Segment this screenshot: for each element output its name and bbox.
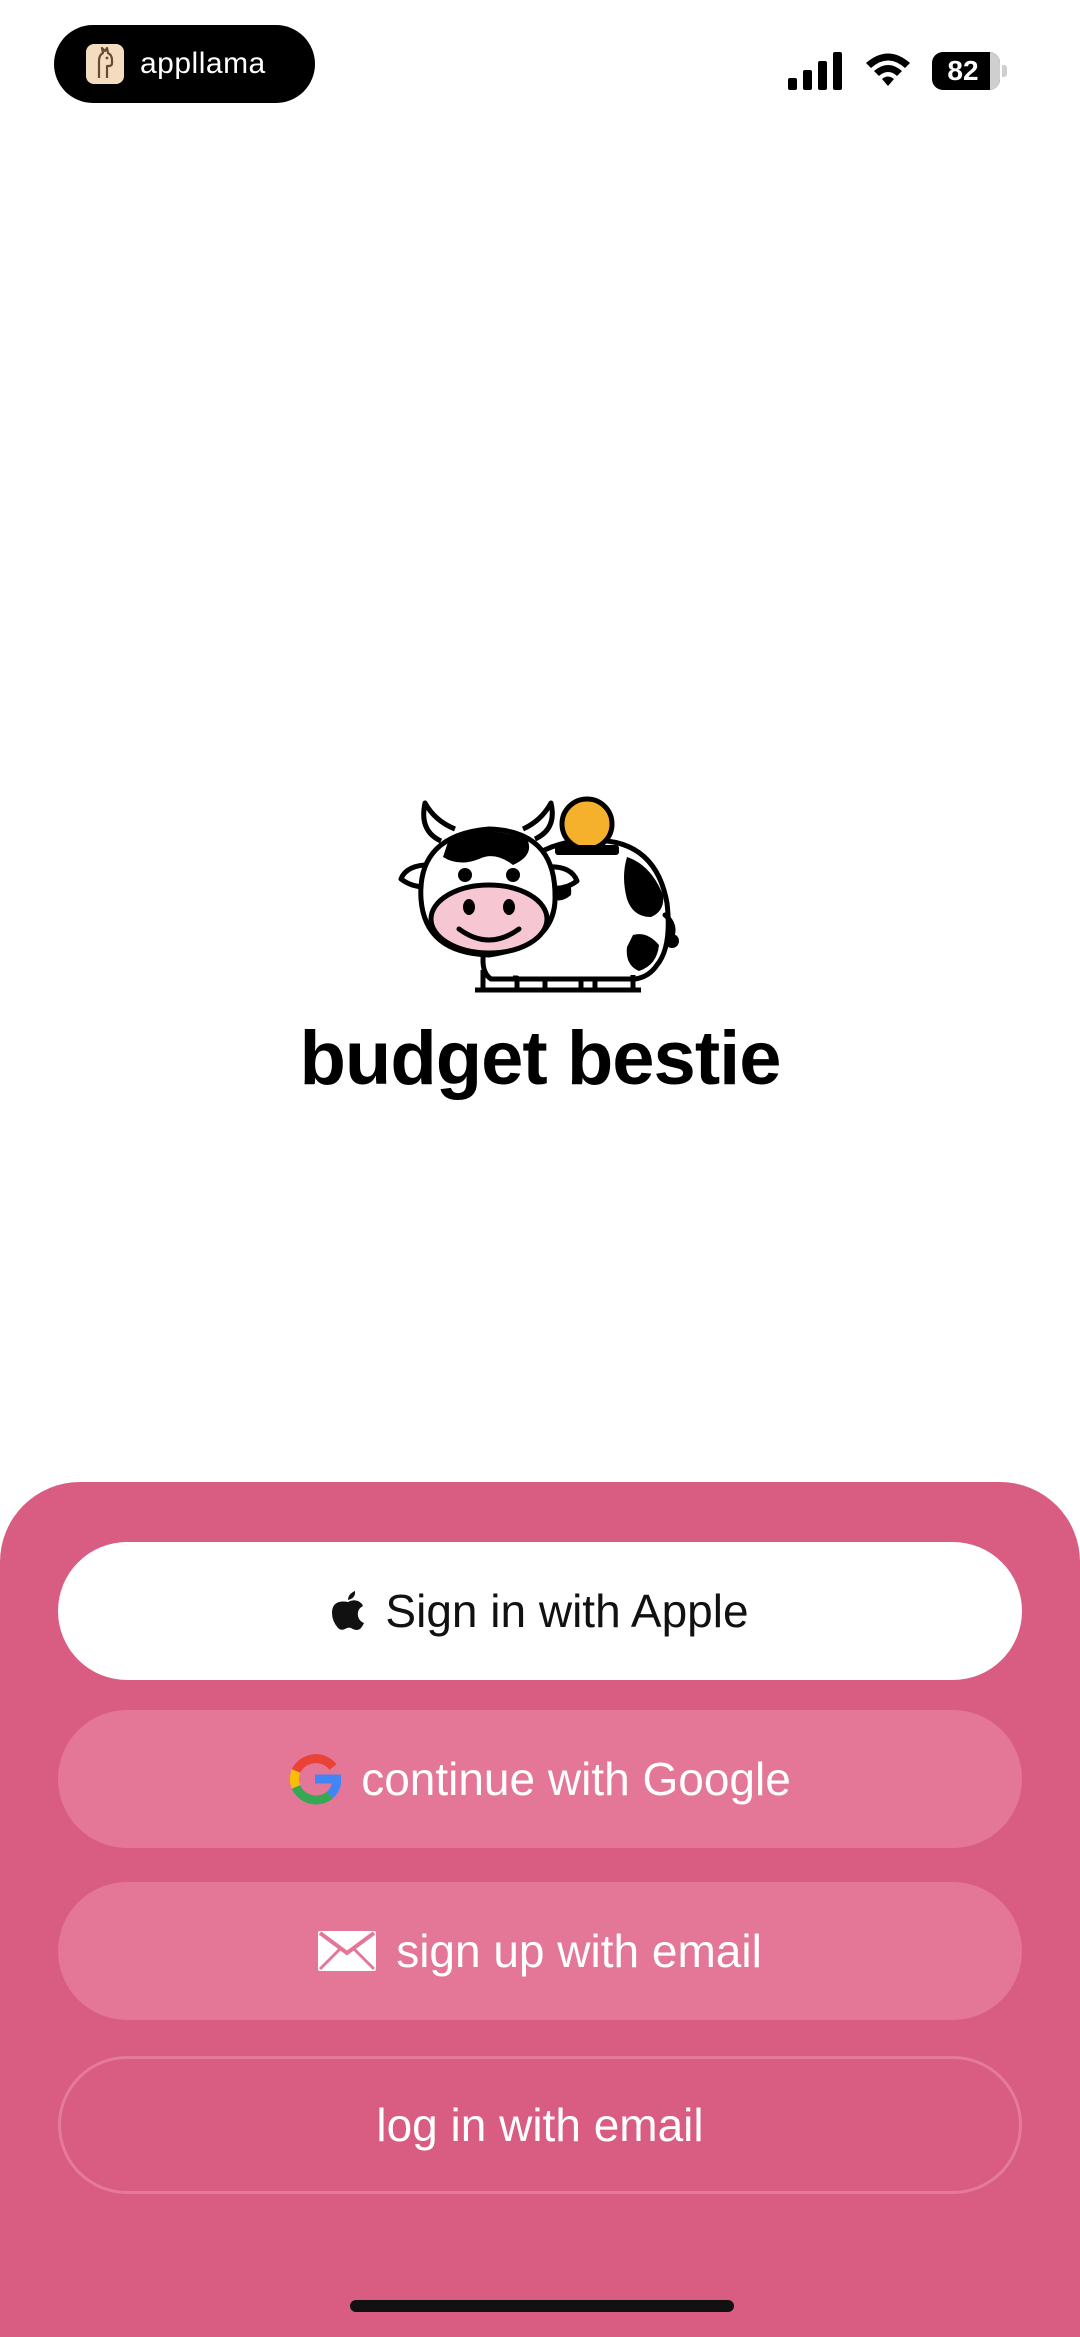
wifi-icon bbox=[866, 53, 910, 86]
envelope-icon bbox=[318, 1931, 377, 1971]
battery-percent: 82 bbox=[947, 55, 979, 86]
google-icon bbox=[289, 1753, 342, 1805]
cellular-signal-icon bbox=[788, 52, 842, 90]
sign-in-with-apple-button[interactable]: Sign in with Apple bbox=[58, 1542, 1022, 1680]
sign-up-with-email-button[interactable]: sign up with email bbox=[58, 1882, 1022, 2020]
app-badge-label: appllama bbox=[140, 47, 266, 80]
home-indicator[interactable] bbox=[350, 2300, 734, 2312]
auth-sheet: Sign in with Apple continue with Google bbox=[0, 1482, 1080, 2337]
llama-icon bbox=[86, 44, 124, 84]
cow-piggy-bank-icon bbox=[398, 796, 679, 993]
app-title: budget bestie bbox=[299, 1016, 781, 1101]
continue-with-google-label: continue with Google bbox=[361, 1753, 791, 1805]
login-screen: appllama 82 budget bestie Sign in with A… bbox=[0, 0, 1080, 2337]
app-badge[interactable]: appllama bbox=[54, 25, 315, 103]
sign-in-with-apple-label: Sign in with Apple bbox=[385, 1585, 749, 1637]
log-in-with-email-button[interactable]: log in with email bbox=[58, 2056, 1022, 2194]
sign-up-with-email-label: sign up with email bbox=[396, 1925, 762, 1977]
log-in-with-email-label: log in with email bbox=[376, 2099, 704, 2151]
apple-icon bbox=[331, 1591, 365, 1631]
status-bar: appllama 82 bbox=[0, 0, 1080, 130]
continue-with-google-button[interactable]: continue with Google bbox=[58, 1710, 1022, 1848]
battery-icon: 82 bbox=[932, 52, 1008, 90]
